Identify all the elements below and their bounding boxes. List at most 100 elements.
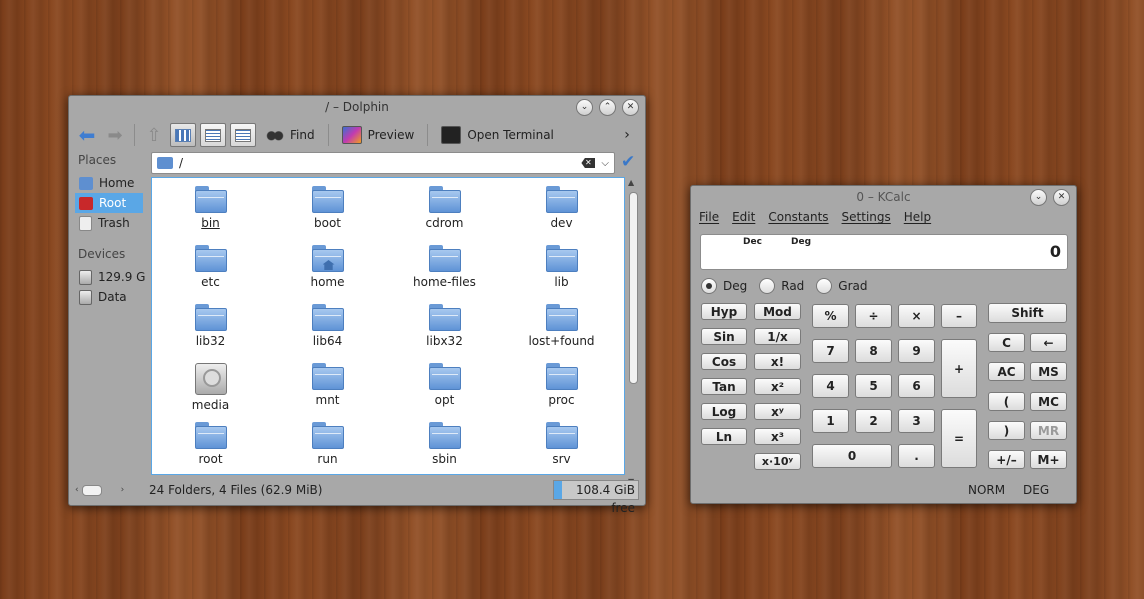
plus-button[interactable]: +	[941, 339, 977, 398]
percent-button[interactable]: %	[812, 304, 849, 328]
radio-rad[interactable]: Rad	[759, 278, 804, 294]
device-data[interactable]: Data	[75, 287, 151, 307]
place-trash[interactable]: Trash	[75, 213, 151, 233]
menu-constants[interactable]: Constants	[768, 210, 828, 224]
digit-9-button[interactable]: 9	[898, 339, 935, 363]
details-view-button[interactable]	[230, 123, 256, 147]
equals-button[interactable]: =	[941, 409, 977, 468]
menu-edit[interactable]: Edit	[732, 210, 755, 224]
close-button[interactable]: ✕	[622, 99, 639, 116]
dolphin-titlebar[interactable]: / – Dolphin ⌄ ⌃ ✕	[69, 96, 645, 118]
radio-grad[interactable]: Grad	[816, 278, 868, 294]
digit-3-button[interactable]: 3	[898, 409, 935, 433]
cube-button[interactable]: x³	[754, 428, 801, 445]
digit-2-button[interactable]: 2	[855, 409, 892, 433]
mod-button[interactable]: Mod	[754, 303, 801, 320]
radio-deg[interactable]: Deg	[701, 278, 747, 294]
maximize-button[interactable]: ⌃	[599, 99, 616, 116]
ln-button[interactable]: Ln	[701, 428, 747, 445]
digit-0-button[interactable]: 0	[812, 444, 892, 468]
zoom-slider-handle[interactable]	[81, 484, 102, 496]
free-space-bar[interactable]: 108.4 GiB free	[553, 480, 639, 515]
minimize-button[interactable]: ⌄	[576, 99, 593, 116]
file-view[interactable]: bin boot cdrom dev etc home home-files lib lib32…	[151, 177, 625, 475]
device-system[interactable]: 129.9 G	[75, 267, 151, 287]
file-item[interactable]: lib32	[152, 304, 269, 363]
shift-button[interactable]: Shift	[988, 303, 1067, 323]
up-arrow-icon[interactable]: ⇧	[142, 124, 166, 146]
memory-add-button[interactable]: M+	[1030, 450, 1067, 469]
back-arrow-icon[interactable]: ⬅	[75, 123, 99, 147]
close-button[interactable]: ✕	[1053, 189, 1070, 206]
find-button[interactable]: Find	[260, 127, 321, 143]
confirm-location-check-icon[interactable]: ✔	[621, 152, 635, 172]
digit-4-button[interactable]: 4	[812, 374, 849, 398]
file-item[interactable]: home	[269, 245, 386, 304]
file-item[interactable]: lib	[503, 245, 620, 304]
location-input[interactable]: /	[179, 156, 581, 170]
file-item[interactable]: home-files	[386, 245, 503, 304]
icons-view-button[interactable]	[170, 123, 196, 147]
exp10-button[interactable]: x·10ʸ	[754, 453, 801, 470]
file-item[interactable]: libx32	[386, 304, 503, 363]
open-terminal-button[interactable]: Open Terminal	[435, 126, 560, 144]
close-paren-button[interactable]: )	[988, 421, 1025, 440]
preview-button[interactable]: Preview	[336, 126, 421, 144]
digit-8-button[interactable]: 8	[855, 339, 892, 363]
file-item[interactable]: lost+found	[503, 304, 620, 363]
file-item[interactable]: media	[152, 363, 269, 422]
memory-store-button[interactable]: MS	[1030, 362, 1067, 381]
chevron-down-icon[interactable]: ⌵	[601, 158, 609, 169]
zoom-slider[interactable]: ‹ ›	[75, 484, 135, 496]
vertical-scrollbar[interactable]: ▲ ▼	[628, 178, 638, 486]
file-item[interactable]: lib64	[269, 304, 386, 363]
zoom-in-chevron-icon[interactable]: ›	[121, 485, 125, 495]
digit-1-button[interactable]: 1	[812, 409, 849, 433]
clear-button[interactable]: C	[988, 333, 1025, 352]
file-item[interactable]: mnt	[269, 363, 386, 422]
divide-button[interactable]: ÷	[855, 304, 892, 328]
cos-button[interactable]: Cos	[701, 353, 747, 370]
tan-button[interactable]: Tan	[701, 378, 747, 395]
file-item[interactable]: sbin	[386, 422, 503, 481]
menu-settings[interactable]: Settings	[842, 210, 891, 224]
memory-recall-button[interactable]: MR	[1030, 421, 1067, 440]
power-button[interactable]: xʸ	[754, 403, 801, 420]
forward-arrow-icon[interactable]: ➡	[103, 124, 127, 146]
digit-6-button[interactable]: 6	[898, 374, 935, 398]
multiply-button[interactable]: ×	[898, 304, 935, 328]
scroll-up-arrow-icon[interactable]: ▲	[628, 178, 634, 187]
all-clear-button[interactable]: AC	[988, 362, 1025, 381]
factorial-button[interactable]: x!	[754, 353, 801, 370]
kcalc-titlebar[interactable]: 0 – KCalc ⌄ ✕	[691, 186, 1076, 208]
sin-button[interactable]: Sin	[701, 328, 747, 345]
clear-location-icon[interactable]: ✕	[581, 158, 596, 168]
scrollbar-thumb[interactable]	[629, 192, 638, 384]
minimize-button[interactable]: ⌄	[1030, 189, 1047, 206]
zoom-out-chevron-icon[interactable]: ‹	[75, 485, 79, 495]
file-item[interactable]: proc	[503, 363, 620, 422]
minus-button[interactable]: –	[941, 304, 977, 328]
backspace-button[interactable]: ←	[1030, 333, 1067, 352]
digit-5-button[interactable]: 5	[855, 374, 892, 398]
file-item[interactable]: cdrom	[386, 186, 503, 245]
reciprocal-button[interactable]: 1/x	[754, 328, 801, 345]
file-item[interactable]: run	[269, 422, 386, 481]
hyp-button[interactable]: Hyp	[701, 303, 747, 320]
file-item[interactable]: boot	[269, 186, 386, 245]
decimal-point-button[interactable]: .	[898, 444, 935, 468]
file-item[interactable]: dev	[503, 186, 620, 245]
open-paren-button[interactable]: (	[988, 392, 1025, 411]
digit-7-button[interactable]: 7	[812, 339, 849, 363]
log-button[interactable]: Log	[701, 403, 747, 420]
place-root[interactable]: Root	[75, 193, 143, 213]
file-item[interactable]: etc	[152, 245, 269, 304]
file-item[interactable]: opt	[386, 363, 503, 422]
location-bar[interactable]: / ✕ ⌵	[151, 152, 615, 174]
memory-clear-button[interactable]: MC	[1030, 392, 1067, 411]
file-item[interactable]: bin	[152, 186, 269, 245]
sign-toggle-button[interactable]: +/–	[988, 450, 1025, 469]
menu-file[interactable]: File	[699, 210, 719, 224]
place-home[interactable]: Home	[75, 173, 151, 193]
file-item[interactable]: srv	[503, 422, 620, 481]
